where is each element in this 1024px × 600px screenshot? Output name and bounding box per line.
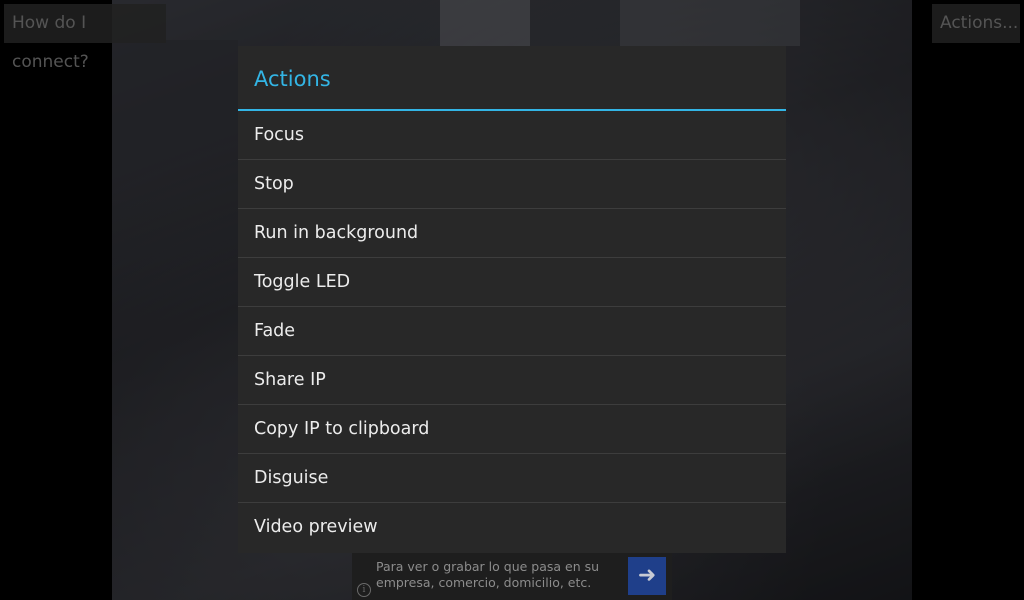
action-item-copy-ip[interactable]: Copy IP to clipboard xyxy=(238,405,786,454)
ad-text: Para ver o grabar lo que pasa en su empr… xyxy=(376,559,600,590)
action-item-video-preview[interactable]: Video preview xyxy=(238,503,786,552)
action-item-run-in-background[interactable]: Run in background xyxy=(238,209,786,258)
action-item-toggle-led[interactable]: Toggle LED xyxy=(238,258,786,307)
arrow-right-icon: ➜ xyxy=(637,563,657,588)
action-item-disguise[interactable]: Disguise xyxy=(238,454,786,503)
info-icon[interactable]: i xyxy=(357,583,371,597)
ad-arrow-button[interactable]: ➜ xyxy=(628,557,666,595)
actions-dialog: Actions Focus Stop Run in background Tog… xyxy=(238,46,786,553)
dialog-header: Actions xyxy=(238,46,786,111)
action-item-focus[interactable]: Focus xyxy=(238,111,786,160)
dialog-title: Actions xyxy=(254,67,331,91)
action-item-share-ip[interactable]: Share IP xyxy=(238,356,786,405)
screen: How do I connect? Actions... Para ver o … xyxy=(0,0,1024,600)
action-item-fade[interactable]: Fade xyxy=(238,307,786,356)
action-item-stop[interactable]: Stop xyxy=(238,160,786,209)
ad-banner[interactable]: Para ver o grabar lo que pasa en su empr… xyxy=(352,552,672,600)
action-list: Focus Stop Run in background Toggle LED … xyxy=(238,111,786,552)
